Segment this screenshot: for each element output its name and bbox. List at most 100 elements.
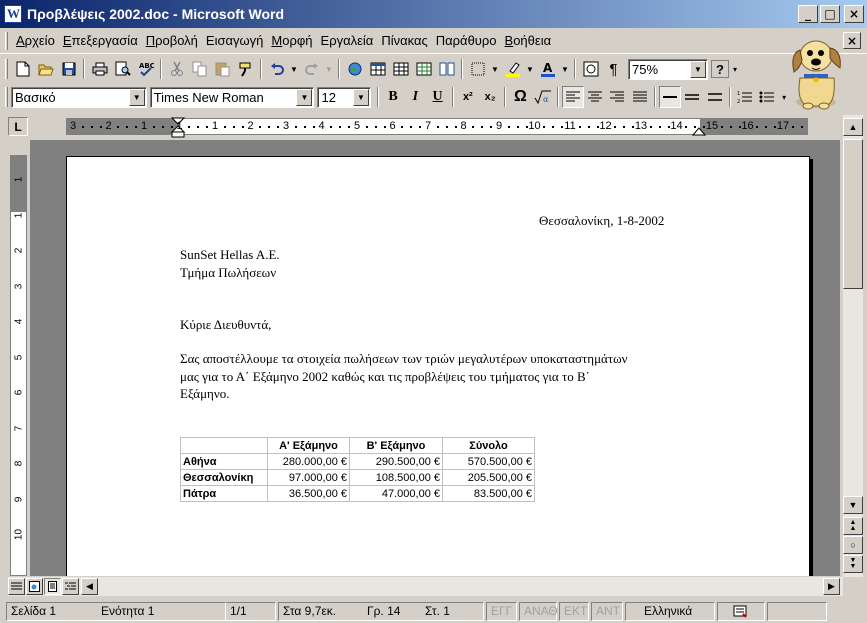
table-cell[interactable]: Θεσσαλονίκη bbox=[180, 469, 268, 486]
greeting-line[interactable]: Κύριε Διευθυντά, bbox=[180, 317, 271, 333]
cut-button[interactable] bbox=[165, 58, 188, 80]
insert-symbol-button[interactable]: Ω bbox=[509, 86, 531, 108]
previous-page-button[interactable]: ▲ ▲ bbox=[843, 517, 863, 535]
document-map-button[interactable] bbox=[579, 58, 602, 80]
new-document-button[interactable] bbox=[11, 58, 34, 80]
font-size-select[interactable]: 12 ▼ bbox=[317, 86, 371, 108]
office-assistant-dog[interactable] bbox=[786, 28, 848, 112]
word-app-icon[interactable] bbox=[4, 5, 22, 23]
print-button[interactable] bbox=[88, 58, 111, 80]
align-left-button[interactable] bbox=[561, 86, 585, 108]
table-cell[interactable]: 290.500,00 € bbox=[349, 453, 443, 470]
horizontal-ruler[interactable]: 3 2 1 1 1 2 3 4 5 6 7 8 9 10 11 12 13 14 15 16 17 bbox=[66, 117, 808, 138]
highlight-button[interactable] bbox=[501, 58, 524, 80]
vertical-ruler[interactable]: 1 1 2 3 4 5 6 7 8 9 10 bbox=[10, 155, 27, 576]
body-line-1[interactable]: Σας αποστέλλουμε τα στοιχεία πωλήσεων τω… bbox=[180, 351, 628, 367]
status-page-of[interactable]: 1/1 bbox=[226, 601, 276, 621]
italic-button[interactable]: I bbox=[404, 86, 426, 108]
highlight-dropdown[interactable]: ▼ bbox=[524, 58, 536, 80]
status-position[interactable]: Στα 9,7εκ. Γρ. 14 Στ. 1 bbox=[278, 601, 484, 621]
table-header-cell[interactable]: Σύνολο bbox=[442, 437, 535, 454]
menu-tools[interactable]: Εργαλεία bbox=[317, 31, 378, 50]
equation-button[interactable]: α bbox=[532, 86, 554, 108]
scroll-right-button[interactable]: ▶ bbox=[823, 578, 840, 595]
table-header-cell[interactable] bbox=[180, 437, 268, 454]
redo-dropdown[interactable]: ▼ bbox=[323, 58, 335, 80]
borders-button[interactable] bbox=[466, 58, 489, 80]
table-cell[interactable]: 36.500,00 € bbox=[267, 485, 350, 502]
menu-table[interactable]: Πίνακας bbox=[377, 31, 431, 50]
select-browse-object-button[interactable]: ○ bbox=[843, 536, 863, 554]
style-select[interactable]: Βασικό ▼ bbox=[10, 86, 147, 108]
underline-button[interactable]: U bbox=[426, 86, 448, 108]
tab-selector-button[interactable]: L bbox=[8, 117, 28, 136]
line-spacing-1-button[interactable] bbox=[658, 86, 682, 108]
toolbar-options-dropdown[interactable]: ▾ bbox=[729, 58, 741, 80]
menu-grip[interactable] bbox=[5, 31, 8, 50]
next-page-button[interactable]: ▼ ▼ bbox=[843, 555, 863, 573]
scroll-thumb[interactable] bbox=[843, 139, 863, 289]
body-line-3[interactable]: Εξάμηνο. bbox=[180, 386, 229, 402]
vertical-scrollbar[interactable]: ▲ ▼ ▲ ▲ ○ ▼ ▼ bbox=[843, 115, 863, 577]
toolbar-grip[interactable] bbox=[5, 87, 8, 107]
web-layout-view-button[interactable] bbox=[26, 578, 43, 595]
scroll-up-button[interactable]: ▲ bbox=[843, 118, 863, 136]
align-center-button[interactable] bbox=[584, 86, 606, 108]
print-layout-view-button[interactable] bbox=[44, 578, 61, 595]
table-header-cell[interactable]: Α' Εξάμηνο bbox=[267, 437, 350, 454]
minimize-button[interactable]: _ bbox=[798, 5, 818, 23]
format-painter-button[interactable] bbox=[234, 58, 257, 80]
bold-button[interactable]: B bbox=[382, 86, 404, 108]
table-cell[interactable]: 47.000,00 € bbox=[349, 485, 443, 502]
menu-file[interactable]: Αρχείο bbox=[12, 31, 59, 50]
status-language[interactable]: Ελληνικά bbox=[625, 601, 715, 621]
undo-button[interactable] bbox=[265, 58, 288, 80]
undo-dropdown[interactable]: ▼ bbox=[288, 58, 300, 80]
insert-table-button[interactable] bbox=[389, 58, 412, 80]
department-name[interactable]: Τμήμα Πωλήσεων bbox=[180, 265, 276, 281]
hyperlink-button[interactable] bbox=[343, 58, 366, 80]
borders-dropdown[interactable]: ▼ bbox=[489, 58, 501, 80]
line-spacing-15-button[interactable] bbox=[681, 86, 703, 108]
close-window-button[interactable]: × bbox=[844, 5, 864, 23]
maximize-button[interactable]: □ bbox=[820, 5, 840, 23]
zoom-select[interactable]: 75% ▼ bbox=[628, 58, 708, 80]
date-line[interactable]: Θεσσαλονίκη, 1-8-2002 bbox=[539, 213, 664, 229]
print-preview-button[interactable] bbox=[111, 58, 134, 80]
body-line-2[interactable]: μας για το Α΄ Εξάμηνο 2002 καθώς και τις… bbox=[180, 369, 590, 385]
document-page[interactable]: Θεσσαλονίκη, 1-8-2002 SunSet Hellas A.E.… bbox=[66, 156, 810, 576]
justify-button[interactable] bbox=[629, 86, 651, 108]
menu-edit[interactable]: Επεξεργασία bbox=[59, 31, 142, 50]
menu-insert[interactable]: Εισαγωγή bbox=[202, 31, 267, 50]
sales-table[interactable]: Α' Εξάμηνο Β' Εξάμηνο Σύνολο Αθήνα 280.0… bbox=[180, 437, 535, 502]
table-cell[interactable]: 280.000,00 € bbox=[267, 453, 350, 470]
show-hide-marks-button[interactable]: ¶ bbox=[602, 58, 625, 80]
open-button[interactable] bbox=[34, 58, 57, 80]
status-track-changes[interactable]: ΑΝΑΘ bbox=[519, 601, 558, 621]
status-record-macro[interactable]: ΕΓΓ bbox=[486, 601, 517, 621]
columns-button[interactable] bbox=[435, 58, 458, 80]
status-extend[interactable]: ΕΚΤ bbox=[559, 601, 589, 621]
line-spacing-2-button[interactable] bbox=[703, 86, 725, 108]
scroll-down-button[interactable]: ▼ bbox=[843, 496, 863, 514]
font-color-dropdown[interactable]: ▼ bbox=[559, 58, 571, 80]
copy-button[interactable] bbox=[188, 58, 211, 80]
status-overtype[interactable]: ΑΝΤ bbox=[591, 601, 623, 621]
numbering-button[interactable]: 12 bbox=[734, 86, 756, 108]
align-right-button[interactable] bbox=[606, 86, 628, 108]
menu-format[interactable]: Μορφή bbox=[267, 31, 316, 50]
insert-excel-button[interactable] bbox=[412, 58, 435, 80]
table-cell[interactable]: Αθήνα bbox=[180, 453, 268, 470]
tables-borders-button[interactable] bbox=[366, 58, 389, 80]
company-name[interactable]: SunSet Hellas A.E. bbox=[180, 247, 280, 263]
outline-view-button[interactable] bbox=[62, 578, 79, 595]
table-header-cell[interactable]: Β' Εξάμηνο bbox=[349, 437, 443, 454]
table-cell[interactable]: 108.500,00 € bbox=[349, 469, 443, 486]
table-cell[interactable]: 97.000,00 € bbox=[267, 469, 350, 486]
status-spelling[interactable] bbox=[717, 601, 765, 621]
save-button[interactable] bbox=[57, 58, 80, 80]
table-cell[interactable]: Πάτρα bbox=[180, 485, 268, 502]
table-cell[interactable]: 83.500,00 € bbox=[442, 485, 535, 502]
redo-button[interactable] bbox=[300, 58, 323, 80]
superscript-button[interactable]: x² bbox=[457, 86, 479, 108]
